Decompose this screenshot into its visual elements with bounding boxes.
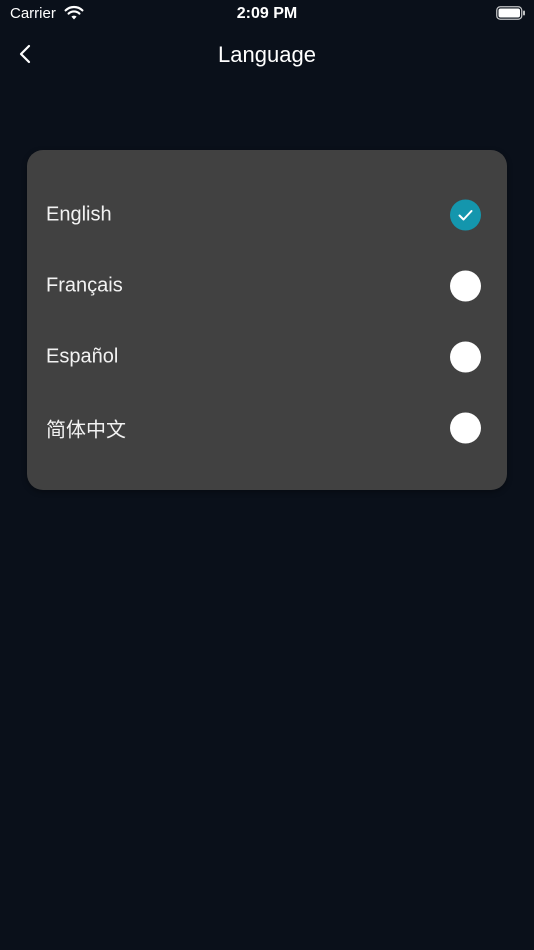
radio-unchecked-icon[interactable] (450, 412, 481, 443)
language-label: 简体中文 (46, 419, 126, 441)
radio-checked-icon[interactable] (450, 199, 481, 230)
language-label: Français (46, 274, 123, 296)
language-label: Español (46, 345, 119, 367)
language-option-francais[interactable]: Français (27, 250, 507, 321)
language-label: English (46, 203, 112, 225)
radio-unchecked-icon[interactable] (450, 341, 481, 372)
language-option-chinese[interactable]: 简体中文 (27, 392, 507, 463)
language-option-espanol[interactable]: Español (27, 321, 507, 392)
navigation-bar: Language (0, 34, 534, 78)
page-title: Language (218, 42, 316, 67)
language-list: English Français Español 简体中文 (27, 150, 507, 490)
battery-icon (496, 6, 526, 20)
radio-unchecked-icon[interactable] (450, 270, 481, 301)
status-time: 2:09 PM (236, 5, 298, 22)
checkmark-icon (458, 209, 473, 220)
status-bar: Carrier 2:09 PM (0, 0, 534, 28)
language-option-english[interactable]: English (27, 179, 507, 250)
